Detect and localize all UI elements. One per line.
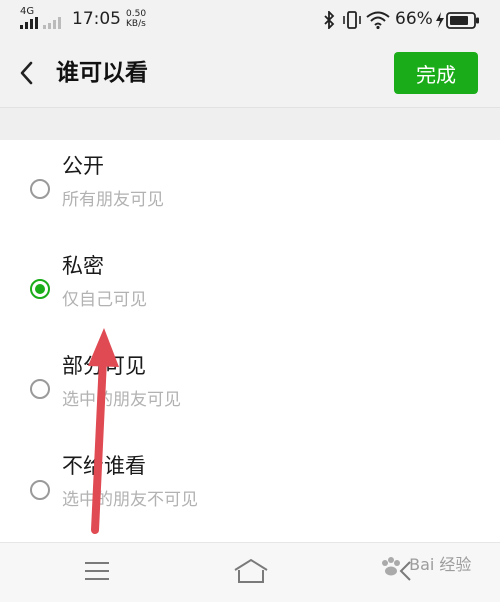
- option-title: 公开: [62, 154, 104, 178]
- radio-public[interactable]: [30, 179, 50, 199]
- status-bar: 4G 17:05 0.50 KB/s 66%: [0, 0, 500, 40]
- radio-private[interactable]: [30, 279, 50, 299]
- watermark: Bai 经验: [380, 551, 471, 577]
- header: 谁可以看 完成: [0, 40, 500, 107]
- clock: 17:05: [72, 9, 121, 29]
- option-description: 选中的朋友可见: [62, 390, 181, 410]
- network-speed-value: 0.50: [126, 9, 147, 19]
- network-type: 4G: [20, 6, 35, 17]
- signal-icon: [20, 17, 61, 29]
- baidu-paw-icon: [382, 556, 400, 575]
- done-button[interactable]: 完成: [394, 52, 478, 94]
- back-arrow-icon[interactable]: [14, 60, 40, 86]
- option-description: 所有朋友可见: [62, 190, 164, 210]
- charging-icon: [436, 12, 444, 28]
- network-speed-unit: KB/s: [126, 19, 146, 29]
- section-divider: [0, 107, 500, 141]
- watermark-text: Bai 经验: [409, 555, 472, 574]
- wifi-icon: [366, 11, 390, 29]
- option-description: 仅自己可见: [62, 290, 147, 310]
- battery-icon: [446, 12, 479, 29]
- option-description: 选中的朋友不可见: [62, 490, 198, 510]
- bluetooth-icon: [324, 11, 335, 29]
- option-title: 不给谁看: [62, 454, 146, 478]
- home-icon[interactable]: [233, 558, 269, 584]
- vibrate-icon: [343, 11, 361, 29]
- option-private[interactable]: 私密 仅自己可见: [0, 240, 500, 340]
- menu-icon[interactable]: [84, 559, 110, 583]
- page-title: 谁可以看: [56, 60, 148, 86]
- battery-percent: 66%: [395, 9, 433, 29]
- option-public[interactable]: 公开 所有朋友可见: [0, 140, 500, 240]
- option-partial[interactable]: 部分可见 选中的朋友可见: [0, 340, 500, 440]
- radio-exclude[interactable]: [30, 480, 50, 500]
- option-title: 部分可见: [62, 354, 146, 378]
- option-title: 私密: [62, 254, 104, 278]
- radio-partial[interactable]: [30, 379, 50, 399]
- option-exclude[interactable]: 不给谁看 选中的朋友不可见: [0, 440, 500, 540]
